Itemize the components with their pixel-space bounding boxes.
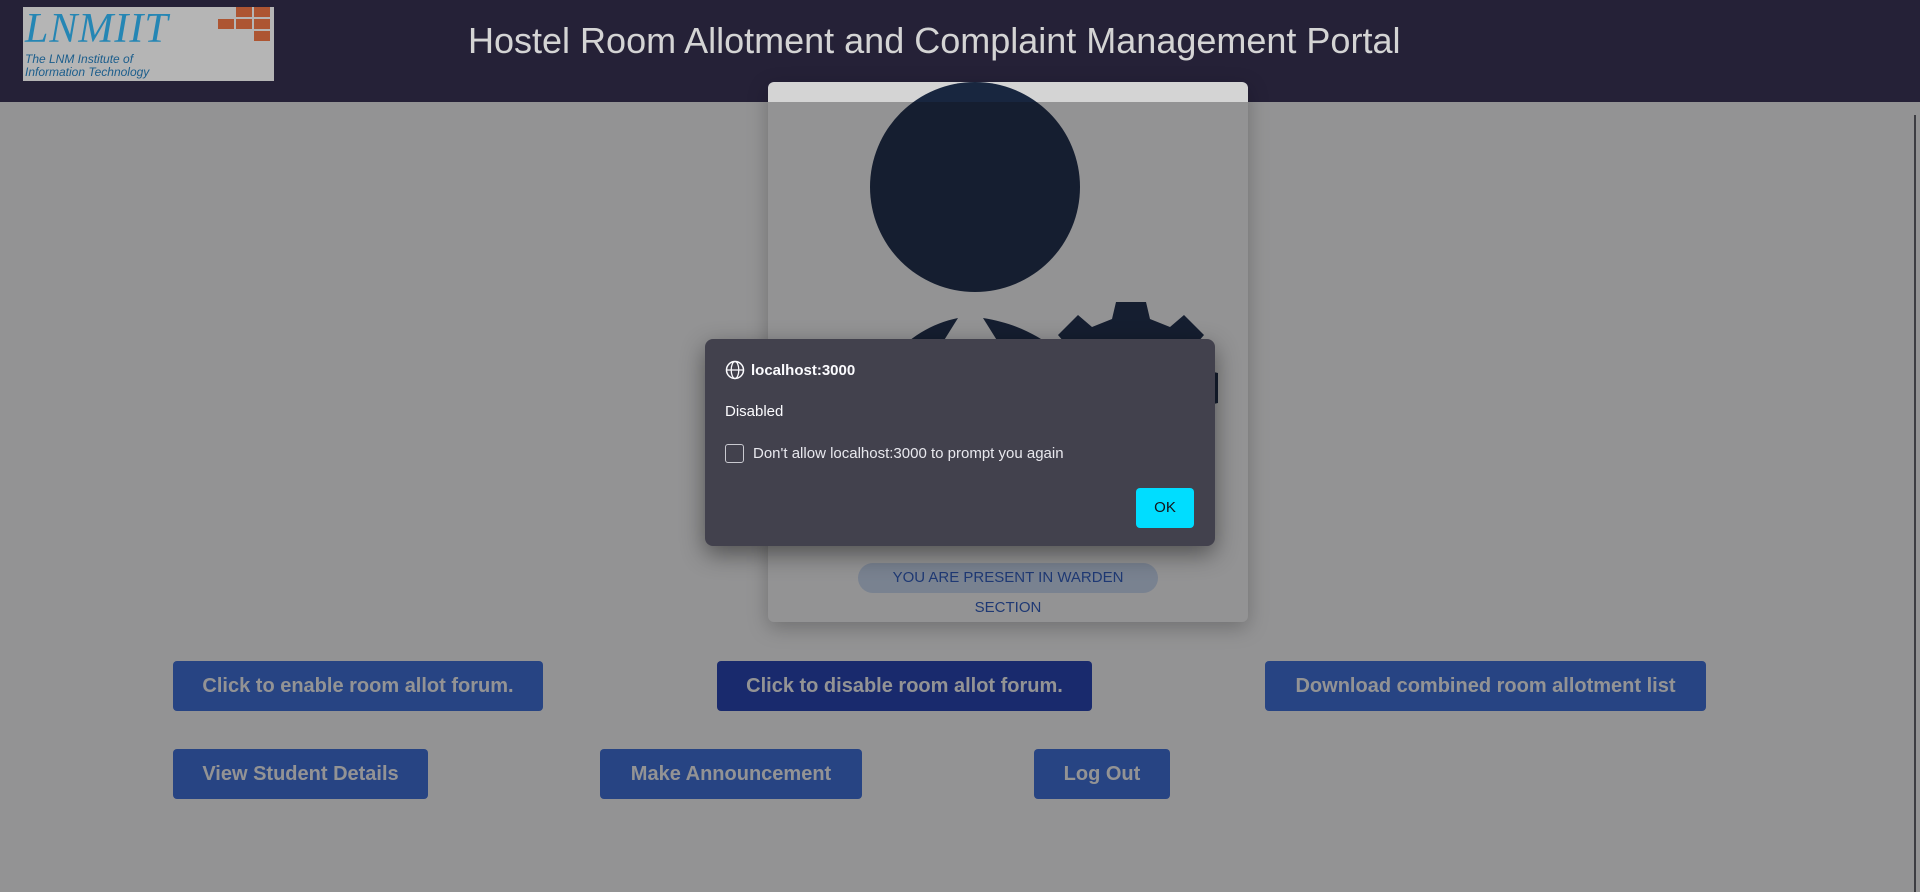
suppress-prompts-label[interactable]: Don't allow localhost:3000 to prompt you… <box>753 445 1064 462</box>
dialog-suppress-row[interactable]: Don't allow localhost:3000 to prompt you… <box>725 444 1064 463</box>
modal-backdrop-header <box>0 0 1920 102</box>
dialog-message: Disabled <box>725 403 784 420</box>
suppress-prompts-checkbox[interactable] <box>725 444 744 463</box>
ok-button[interactable]: OK <box>1136 488 1194 528</box>
page-scrollbar[interactable] <box>1914 115 1916 892</box>
dialog-origin-text: localhost:3000 <box>751 361 856 379</box>
globe-icon <box>725 360 745 380</box>
alert-dialog: localhost:3000 Disabled Don't allow loca… <box>705 339 1215 546</box>
dialog-origin: localhost:3000 <box>725 359 855 381</box>
